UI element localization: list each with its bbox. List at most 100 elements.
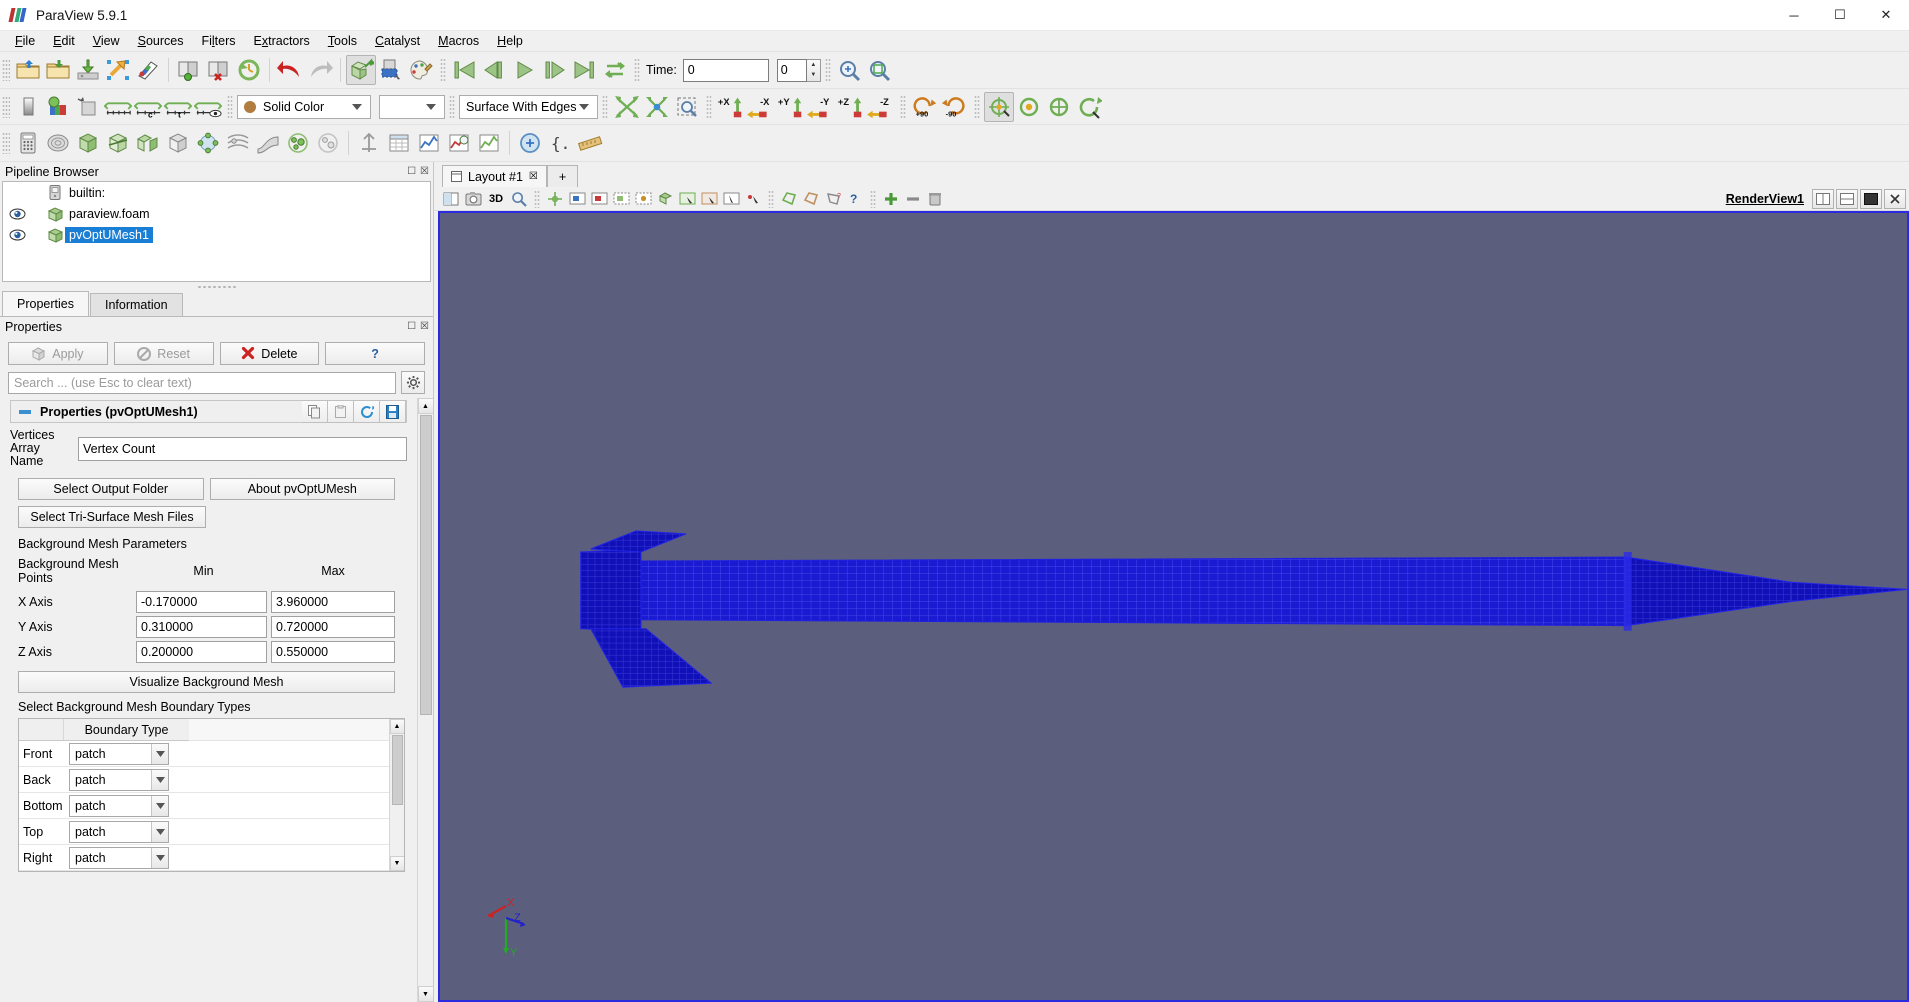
query-selection-icon[interactable]: ? [844,188,866,209]
rescale-to-data-range-icon[interactable] [13,92,43,122]
toolbar-grip[interactable] [2,132,10,154]
plot-selection-icon[interactable] [474,128,504,158]
reset-button[interactable]: Reset [113,342,214,365]
about-pvoptumesh-button[interactable]: About pvOptUMesh [209,478,395,500]
properties-scrollbar[interactable]: ▲ ▼ [417,398,433,1002]
toolbar-grip[interactable] [2,95,10,118]
search-input[interactable]: Search ... (use Esc to clear text) [8,371,396,394]
menu-tools[interactable]: Tools [319,32,366,50]
collapse-icon[interactable] [19,409,31,414]
table-row[interactable]: Back patch [19,767,389,793]
plot-over-line-icon[interactable] [414,128,444,158]
python-calculator-icon[interactable] [515,128,545,158]
zoom-closest-to-data-icon[interactable] [865,55,895,85]
select-cells-through-icon[interactable] [610,188,632,209]
split-horizontal-button-icon[interactable] [1812,188,1834,209]
save-data-icon[interactable] [73,55,103,85]
select-blocks-icon[interactable] [654,188,676,209]
scrollbar-thumb[interactable] [391,735,403,805]
select-cells-polygon-icon[interactable] [778,188,800,209]
coloring-combo[interactable]: Solid Color [237,94,371,119]
negative-x-icon[interactable]: -X [746,92,776,122]
visibility-toggle[interactable] [7,229,27,241]
ruler-icon[interactable] [575,128,605,158]
zoom-to-data-icon[interactable] [835,55,865,85]
apply-button[interactable]: Apply [8,342,108,365]
toggle-3d-button[interactable]: 3D [484,188,508,209]
save-defaults-icon[interactable] [380,400,406,423]
data-axes-icon[interactable] [354,128,384,158]
scroll-down-icon[interactable]: ▼ [389,856,404,871]
maximize-view-button-icon[interactable] [1860,188,1882,209]
rescale-to-temporal-range-icon[interactable]: c [133,92,163,122]
interactive-select-points-icon[interactable] [698,188,720,209]
disconnect-server-icon[interactable] [204,55,234,85]
zoom-to-box-icon[interactable] [672,92,702,122]
pipeline-item-builtin[interactable]: builtin: [3,182,430,203]
chevron-down-icon[interactable] [151,821,168,842]
minimize-button[interactable]: ─ [1771,0,1817,31]
properties-group-header[interactable]: Properties (pvOptUMesh1) [10,400,407,423]
y-axis-min-input[interactable]: 0.310000 [136,616,267,638]
y-axis-max-input[interactable]: 0.720000 [271,616,395,638]
camera-snapshot-icon[interactable] [462,188,484,209]
table-row[interactable]: Right patch [19,845,389,871]
glyph-filter-icon[interactable] [193,128,223,158]
save-state-icon[interactable] [133,55,163,85]
positive-y-icon[interactable]: +Y [776,92,806,122]
visibility-toggle[interactable] [7,208,27,220]
tab-layout-1[interactable]: Layout #1 ☒ [442,165,547,187]
pipeline-undock-icon[interactable]: ☐ [407,166,416,177]
warp-filter-icon[interactable] [253,128,283,158]
render-view[interactable]: X Y Z [438,211,1909,1002]
split-vertical-button-icon[interactable] [1836,188,1858,209]
select-points-through-icon[interactable] [632,188,654,209]
pipeline-browser[interactable]: builtin: paraview.foam pvOptUMesh1 [2,181,431,282]
pipeline-close-icon[interactable]: ☒ [420,166,429,177]
maximize-button[interactable]: ☐ [1817,0,1863,31]
representation-combo[interactable]: Surface With Edges [459,94,598,119]
connect-server-icon[interactable] [174,55,204,85]
interactive-select-cells-icon[interactable] [676,188,698,209]
array-component-combo[interactable] [379,94,445,119]
pipeline-item-paraview-foam[interactable]: paraview.foam [3,203,430,224]
scroll-down-icon[interactable]: ▼ [417,986,433,1002]
select-points-polygon-icon[interactable] [800,188,822,209]
time-input[interactable]: 0 [682,58,769,82]
properties-close-icon[interactable]: ☒ [420,321,429,332]
last-frame-icon[interactable] [570,55,600,85]
chevron-down-icon[interactable] [151,743,168,764]
menu-catalyst[interactable]: Catalyst [366,32,429,50]
show-center-icon[interactable] [1014,92,1044,122]
z-axis-min-input[interactable]: 0.200000 [136,641,267,663]
hover-cells-icon[interactable] [720,188,742,209]
rescale-visible-eye-icon[interactable] [193,92,223,122]
rescale-to-visible-range-icon[interactable]: t [163,92,193,122]
calculator-filter-icon[interactable] [13,128,43,158]
positive-z-icon[interactable]: +Z [836,92,866,122]
positive-x-icon[interactable]: +X [716,92,746,122]
hover-points-icon[interactable] [742,188,764,209]
boundary-type-table[interactable]: Boundary Type Front patch Back patch Bot… [18,718,405,872]
reset-session-icon[interactable] [234,55,264,85]
select-cells-on-icon[interactable] [566,188,588,209]
frame-spinner[interactable]: ▲ ▼ [806,58,821,82]
add-selection-icon[interactable] [880,188,902,209]
scroll-up-icon[interactable]: ▲ [417,398,433,414]
load-state-icon[interactable] [103,55,133,85]
boundary-table-scrollbar[interactable]: ▲ ▼ [389,719,404,871]
menu-help[interactable]: Help [488,32,532,50]
visualize-background-mesh-button[interactable]: Visualize Background Mesh [18,671,395,693]
boundary-type-combo[interactable]: patch [69,742,169,765]
scroll-up-icon[interactable]: ▲ [389,719,404,734]
programmable-filter-icon[interactable]: {..} [545,128,575,158]
menu-view[interactable]: View [84,32,129,50]
negative-y-icon[interactable]: -Y [806,92,836,122]
reset-camera-icon[interactable] [612,92,642,122]
rotate-90-cw-icon[interactable]: -90 [940,92,970,122]
negative-z-icon[interactable]: -Z [866,92,896,122]
menu-sources[interactable]: Sources [129,32,193,50]
table-row[interactable]: Top patch [19,819,389,845]
edit-color-map-icon[interactable] [43,92,73,122]
rescale-to-custom-range-icon[interactable] [103,92,133,122]
